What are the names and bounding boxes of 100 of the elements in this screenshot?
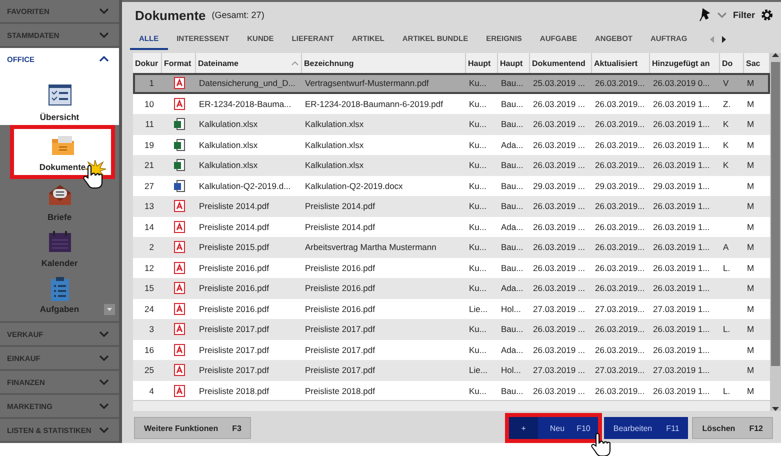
table-cell-text: Preisliste 2016.pdf bbox=[198, 304, 270, 314]
table-cell-text: M bbox=[746, 222, 756, 232]
sidebar-item[interactable]: Übersicht bbox=[0, 70, 119, 125]
table-cell-text: Ku... bbox=[468, 283, 488, 294]
table-cell-text: Ku... bbox=[468, 160, 488, 170]
table-cell-text: Preisliste 2017.pdf bbox=[304, 365, 376, 376]
table-cell-text: M bbox=[746, 386, 756, 396]
table-cell-text: 26.03.2019 1... bbox=[652, 119, 711, 130]
table-row[interactable]: 1 Datensicherung_und_D... Vertragsentwurf-Mustermann.pdf Ku... Bau... 25.03.2019 ... 26.03.2019... 26.03.2019 0... V M bbox=[133, 73, 770, 94]
table-row[interactable]: 3 Preisliste 2017.pdf Preisliste 2017.pdf Ku... Bau... 26.03.2019 ... 26.03.2019... 26.03.2019 1... L. M bbox=[133, 319, 770, 340]
table-cell-text: Preisliste 2017.pdf bbox=[304, 324, 376, 334]
chevron-down-icon bbox=[99, 355, 109, 361]
table-cell-text: 26.03.2019 ... bbox=[532, 201, 586, 212]
table-cell-text: 26.03.2019 ... bbox=[532, 98, 586, 109]
table-cell-text: 26.03.2019 1... bbox=[652, 242, 711, 252]
document-file-icon bbox=[174, 180, 184, 192]
table-cell-text: 27.03.2019 ... bbox=[532, 304, 586, 314]
table-row[interactable]: 4 Preisliste 2018.pdf Preisliste 2018.pdf Ku... Bau... 26.03.2019 ... 26.03.2019... 26.03.2019 1... L. M bbox=[133, 380, 770, 400]
settings-icon[interactable] bbox=[761, 9, 773, 21]
table-cell-text: 19 bbox=[144, 140, 155, 150]
table-cell-text: V bbox=[722, 78, 730, 88]
table-cell-text: 26.03.2019 1... bbox=[652, 98, 711, 109]
table-cell-text: 29.03.2019 1... bbox=[652, 180, 711, 191]
table-cell-text: 26.03.2019 1... bbox=[652, 344, 711, 355]
scrollbar-thumb[interactable] bbox=[771, 62, 780, 366]
table-cell-text: Preisliste 2015.pdf bbox=[198, 242, 270, 252]
table-cell-text: 26.03.2019... bbox=[594, 222, 646, 232]
item-label: Übersicht bbox=[40, 112, 80, 122]
table-row[interactable]: 21 Kalkulation.xlsx Kalkulation.xlsx Ku... Bau... 26.03.2019 ... 26.03.2019... 26.03.2019 1... K M bbox=[133, 155, 770, 176]
table-cell-text: Bau... bbox=[500, 386, 524, 396]
table-cell-text: M bbox=[746, 78, 756, 88]
table-cell-text: 26.03.2019 1... bbox=[652, 386, 711, 396]
table-cell-text: 27.03.2019... bbox=[594, 365, 646, 376]
table-cell-text: 26.03.2019 ... bbox=[532, 262, 586, 273]
table-row[interactable]: 11 Kalkulation.xlsx Kalkulation.xlsx Ku... Bau... 26.03.2019 ... 26.03.2019... 26.03.2019 1... K M bbox=[133, 114, 770, 134]
table-cell-text: 26.03.2019... bbox=[594, 98, 646, 109]
table-cell-text: M bbox=[746, 262, 756, 273]
sidebar-item[interactable]: Dokumente bbox=[10, 125, 115, 179]
table-cell-text: Bau... bbox=[500, 201, 524, 212]
pdf-file-icon bbox=[174, 302, 184, 315]
table-cell-text: Hol... bbox=[500, 365, 522, 376]
chevron-down-icon bbox=[99, 331, 109, 337]
table-cell-text: Preisliste 2014.pdf bbox=[304, 222, 376, 232]
table-cell-text: Bau... bbox=[500, 98, 524, 109]
table-cell-text: 26.03.2019 ... bbox=[532, 283, 586, 294]
chevron-down-icon bbox=[99, 379, 109, 385]
chevron-down-icon bbox=[716, 12, 727, 18]
table-cell-text: Kalkulation.xlsx bbox=[198, 140, 259, 150]
scroll-right-icon[interactable] bbox=[721, 36, 726, 42]
table-row[interactable]: 13 Preisliste 2014.pdf Preisliste 2014.pdf Ku... Bau... 26.03.2019 ... 26.03.2019... 26.03.2019 1... M bbox=[133, 196, 770, 216]
table-cell-text: Ku... bbox=[468, 201, 488, 212]
table-cell-text: K bbox=[722, 140, 730, 150]
pdf-file-icon bbox=[174, 77, 184, 90]
table-cell-text: Kalkulation.xlsx bbox=[304, 119, 365, 130]
table-cell-text: Bau... bbox=[500, 78, 524, 88]
table-cell-text: 26.03.2019 ... bbox=[532, 222, 586, 232]
total-count: (Gesamt: 27) bbox=[212, 10, 264, 20]
horizontal-scrollbar[interactable] bbox=[133, 400, 770, 411]
table-cell-text: Ku... bbox=[468, 180, 488, 191]
edit-button[interactable]: Bearbeiten F11 bbox=[604, 417, 688, 439]
table-row[interactable]: 15 Preisliste 2016.pdf Preisliste 2016.pdf Ku... Ada... 26.03.2019 ... 26.03.2019... 26.03.2019 1... M bbox=[133, 278, 770, 298]
scroll-up-icon[interactable] bbox=[772, 53, 779, 58]
scroll-down-icon[interactable] bbox=[772, 406, 779, 411]
table-cell-text: Preisliste 2017.pdf bbox=[198, 324, 270, 334]
table-cell-text: 26.03.2019... bbox=[594, 262, 646, 273]
table-cell-text: K bbox=[722, 119, 730, 130]
table-cell-text: Bau... bbox=[500, 262, 524, 273]
table-cell-text: Kalkulation-Q2-2019.docx bbox=[304, 180, 404, 191]
pdf-file-icon bbox=[174, 323, 184, 336]
table-cell-text: 27.03.2019 1... bbox=[652, 365, 711, 376]
table-cell-text: Bau... bbox=[500, 160, 524, 170]
table-cell-text: 26.03.2019... bbox=[594, 140, 646, 150]
table-cell-text: 26.03.2019... bbox=[594, 386, 646, 396]
table-cell-text: Preisliste 2017.pdf bbox=[198, 344, 270, 355]
new-button[interactable]: + Neu F10 bbox=[509, 417, 598, 439]
table-cell-text: 16 bbox=[144, 344, 155, 355]
table-cell-text: Ku... bbox=[468, 262, 488, 273]
table-cell-text: Ada... bbox=[500, 283, 524, 294]
table-cell-text: 12 bbox=[144, 262, 155, 273]
table-cell-text: 2 bbox=[148, 242, 155, 252]
table-cell-text: 26.03.2019 1... bbox=[652, 160, 711, 170]
table-cell-text: M bbox=[746, 324, 756, 334]
table-cell-text: K bbox=[722, 160, 730, 170]
sort-ascending-icon bbox=[291, 60, 299, 66]
pdf-file-icon bbox=[174, 344, 184, 356]
item-label: Briefe bbox=[47, 212, 72, 222]
action-button[interactable]: Löschen F12 bbox=[692, 417, 773, 439]
table-cell-text: Preisliste 2014.pdf bbox=[198, 222, 270, 232]
pdf-file-icon bbox=[174, 364, 184, 376]
table-cell-text: ER-1234-2018-Baumann-6-2019.pdf bbox=[304, 98, 444, 109]
page-title: Dokumente bbox=[135, 8, 206, 22]
table-row[interactable]: 25 Preisliste 2017.pdf Preisliste 2017.pdf Lie... Hol... 27.03.2019 ... 27.03.2019... 27.03.2019 1... M bbox=[133, 360, 770, 380]
table-cell-text: 24 bbox=[144, 304, 155, 314]
table-row[interactable]: 2 Preisliste 2015.pdf Arbeitsvertrag Martha Mustermann Ku... Bau... 26.03.2019 ... 26.03.2019... 26.03.2019 1... A M bbox=[133, 237, 770, 258]
chevron-down-icon bbox=[99, 32, 109, 38]
table-cell-text: 26.03.2019... bbox=[594, 119, 646, 130]
action-button[interactable]: Weitere Funktionen F3 bbox=[134, 417, 252, 439]
table-cell-text: Lie... bbox=[468, 304, 488, 314]
spreadsheet-file-icon bbox=[174, 159, 184, 172]
filter-button[interactable]: Filter bbox=[732, 10, 755, 20]
